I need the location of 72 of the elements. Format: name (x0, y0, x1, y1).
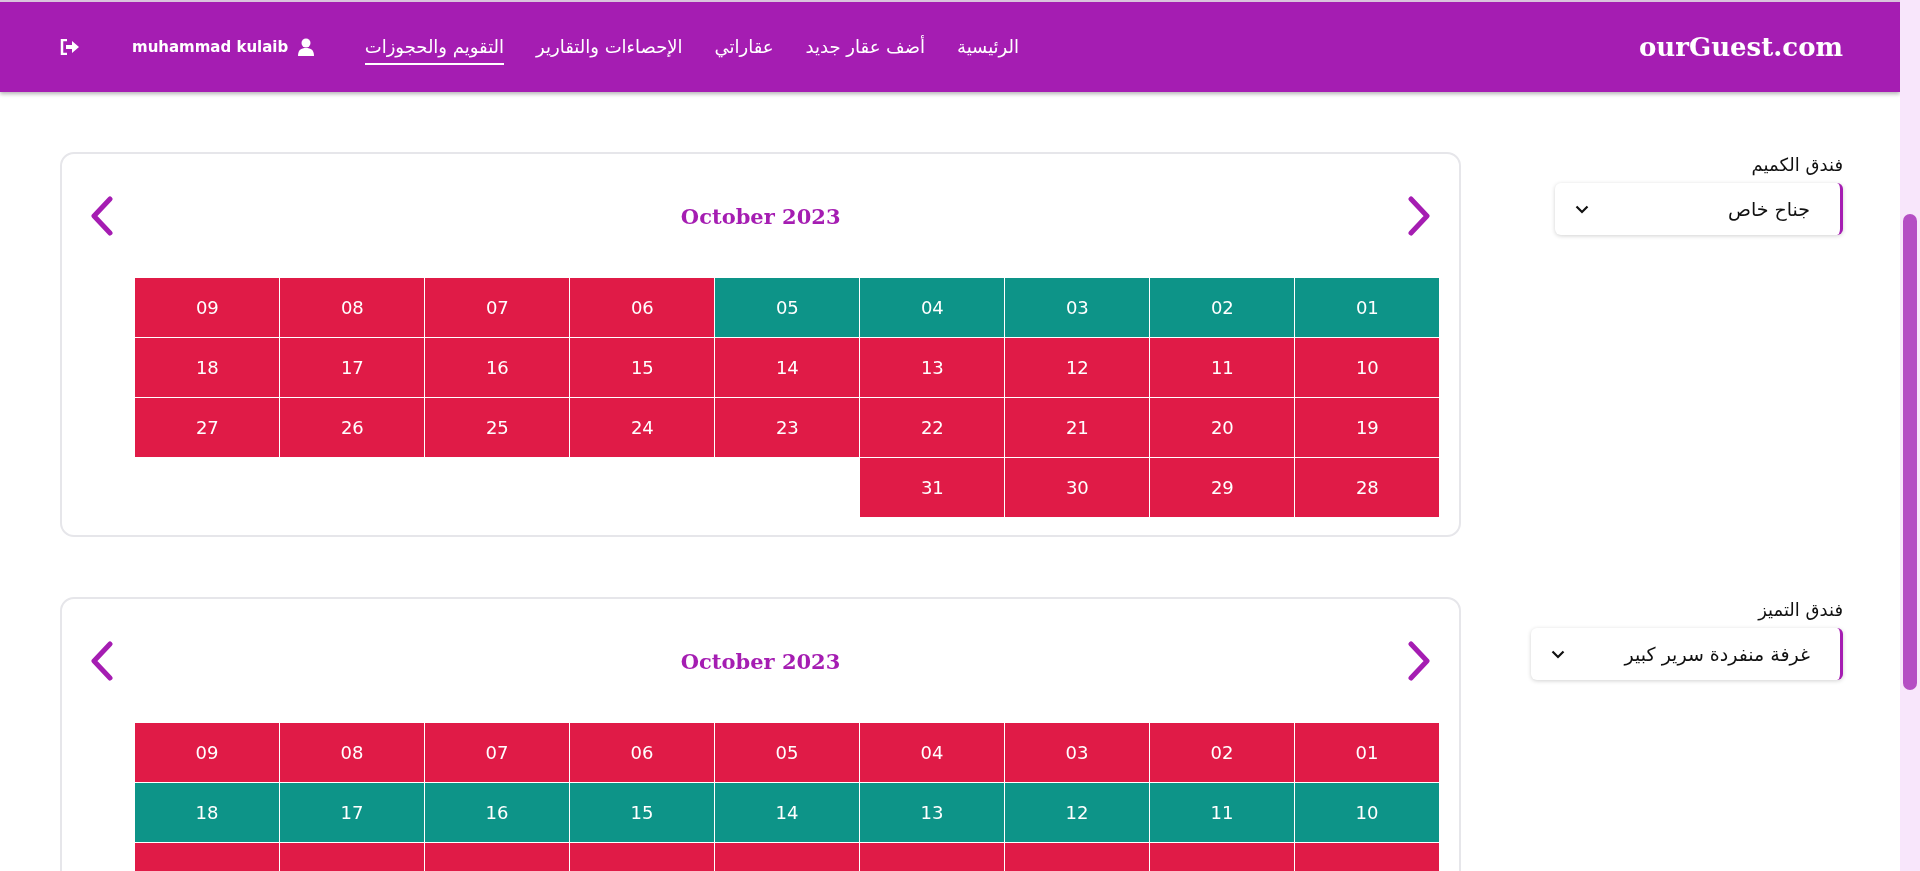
calendar-day[interactable]: 04 (860, 723, 1004, 782)
calendar-day[interactable]: 31 (860, 458, 1005, 517)
calendar-day[interactable]: 11 (1150, 338, 1295, 397)
calendar-day[interactable]: 06 (570, 278, 715, 337)
hotel-name: فندق الكميم (1751, 154, 1843, 175)
chevron-down-icon (1575, 204, 1589, 214)
scrollbar-thumb[interactable] (1903, 214, 1917, 690)
chevron-down-icon (1550, 649, 1565, 659)
month-title: October 2023 (680, 648, 841, 674)
calendar-day[interactable]: 06 (570, 723, 714, 782)
month-title: October 2023 (680, 203, 841, 229)
nav-link[interactable]: أضف عقار جديد (805, 29, 925, 65)
calendar-day[interactable]: 17 (280, 338, 425, 397)
user-name[interactable]: muhammad kulaib (132, 38, 289, 56)
calendar-day[interactable]: 15 (570, 783, 714, 842)
calendar-day[interactable]: 16 (425, 783, 569, 842)
calendar-day[interactable]: 16 (425, 338, 570, 397)
user-icon (298, 38, 315, 56)
calendar-day[interactable]: 19 (1295, 398, 1440, 457)
calendar-day[interactable]: 11 (1150, 783, 1294, 842)
calendar-day[interactable]: 05 (715, 278, 860, 337)
calendar-day[interactable]: 08 (280, 723, 424, 782)
calendar-day[interactable]: 20 (1150, 398, 1295, 457)
chevron-left-icon (90, 196, 114, 236)
calendar-day[interactable]: 10 (1295, 783, 1439, 842)
calendar-day[interactable]: 29 (1150, 458, 1295, 517)
calendar-day[interactable]: 27 (135, 398, 280, 457)
calendar-day[interactable]: 03 (1005, 278, 1150, 337)
calendar-day[interactable]: 05 (715, 723, 859, 782)
nav-link[interactable]: الرئيسية (957, 29, 1019, 65)
calendar-day[interactable]: 02 (1150, 278, 1295, 337)
unit-select[interactable]: غرفة منفردة سرير كبير (1530, 628, 1843, 680)
calendar-day[interactable]: 03 (1005, 723, 1149, 782)
calendar-day[interactable]: 01 (1295, 723, 1439, 782)
calendar-day[interactable]: 13 (860, 338, 1005, 397)
calendar-day[interactable]: 01 (1295, 278, 1440, 337)
scrollbar[interactable] (1900, 0, 1920, 871)
calendar-day[interactable]: 30 (1005, 458, 1150, 517)
calendar-day[interactable]: 10 (1295, 338, 1440, 397)
calendar-day[interactable]: 02 (1150, 723, 1294, 782)
calendar-day[interactable]: 17 (280, 783, 424, 842)
calendar-day[interactable]: 28 (1295, 458, 1440, 517)
chevron-left-icon (90, 641, 114, 681)
calendar-day[interactable]: 13 (860, 783, 1004, 842)
nav-link[interactable]: التقويم والحجوزات (364, 29, 505, 65)
chevron-right-icon (1407, 641, 1431, 681)
chevron-right-icon (1407, 196, 1432, 236)
unit-select[interactable]: جناح خاص (1555, 183, 1843, 235)
calendar-day[interactable]: 09 (135, 723, 279, 782)
calendar-day[interactable]: 07 (425, 278, 570, 337)
calendar-day[interactable]: 24 (570, 398, 715, 457)
calendar-day[interactable]: 08 (280, 278, 425, 337)
calendar-day[interactable]: 18 (135, 338, 280, 397)
calendar-day[interactable]: 25 (425, 398, 570, 457)
calendar-day[interactable]: 07 (425, 723, 569, 782)
calendar-day[interactable]: 26 (280, 398, 425, 457)
calendar-day[interactable]: 09 (135, 278, 280, 337)
calendar-day[interactable]: 12 (1005, 338, 1150, 397)
calendar-day[interactable]: 14 (715, 338, 860, 397)
calendar-day[interactable]: 04 (860, 278, 1005, 337)
calendar-day[interactable]: 18 (135, 783, 279, 842)
calendar-day[interactable]: 23 (715, 398, 860, 457)
calendar-day[interactable]: 14 (715, 783, 859, 842)
hotel-name: فندق التميز (1758, 599, 1843, 620)
nav-link[interactable]: الإحصاءات والتقارير (536, 29, 683, 65)
calendar-day[interactable]: 15 (570, 338, 715, 397)
site-logo[interactable]: ourGuest.com (1639, 32, 1843, 62)
nav-link[interactable]: عقاراتي (714, 29, 774, 65)
calendar-day[interactable]: 21 (1005, 398, 1150, 457)
logout-icon[interactable] (60, 39, 80, 55)
calendar-day[interactable]: 22 (860, 398, 1005, 457)
calendar-day[interactable]: 12 (1005, 783, 1149, 842)
